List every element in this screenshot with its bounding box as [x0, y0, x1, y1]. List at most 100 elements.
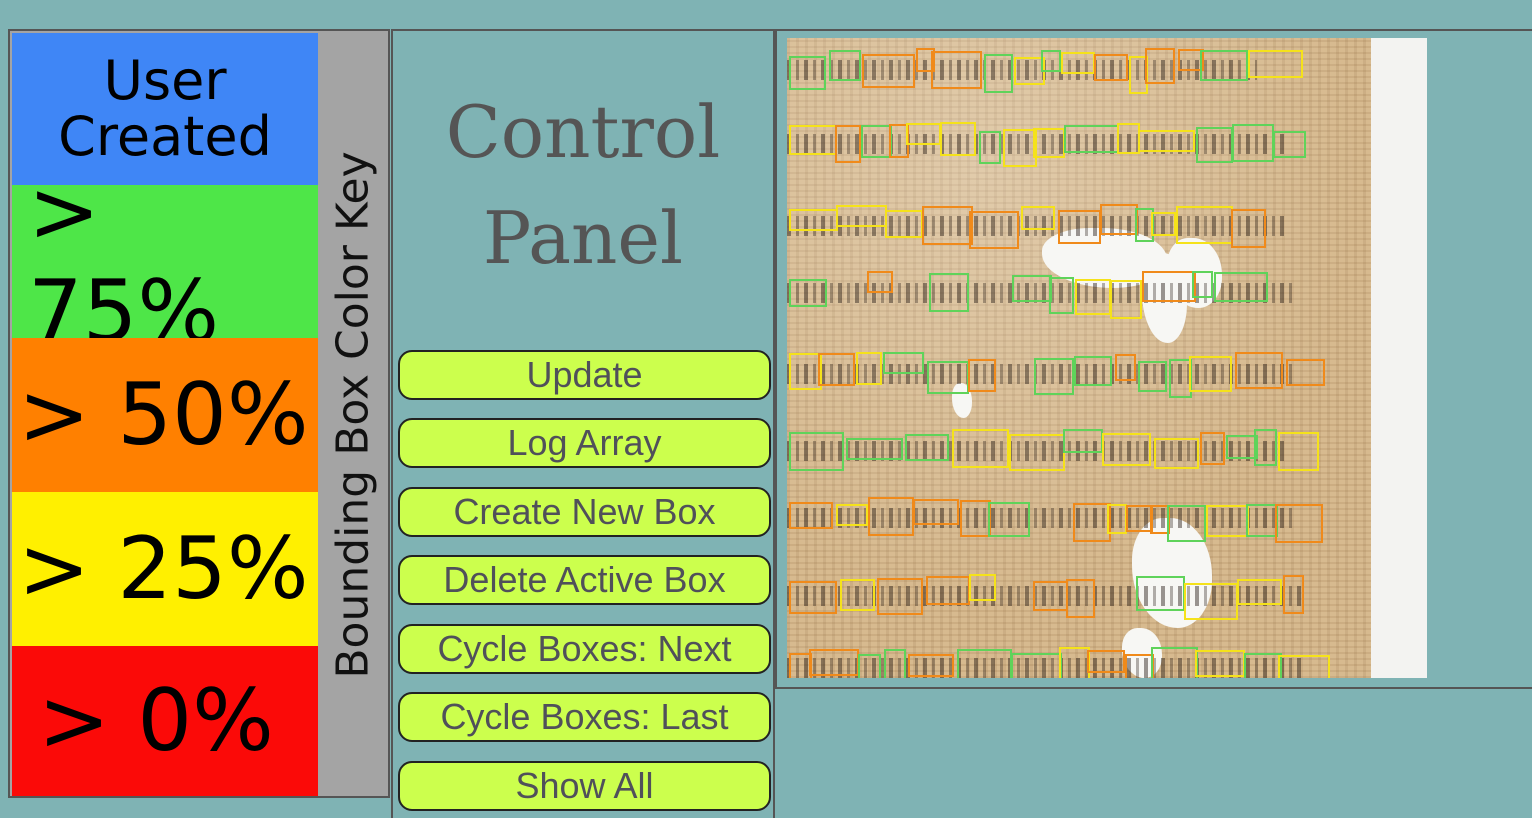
- bounding-box[interactable]: [1063, 429, 1103, 453]
- bounding-box[interactable]: [1136, 576, 1185, 611]
- bounding-box[interactable]: [789, 502, 833, 529]
- bounding-box[interactable]: [1126, 505, 1153, 532]
- bounding-box[interactable]: [1066, 579, 1095, 618]
- bounding-box[interactable]: [1142, 271, 1196, 302]
- bounding-box[interactable]: [1094, 54, 1128, 81]
- bounding-box[interactable]: [926, 576, 970, 605]
- bounding-box[interactable]: [1248, 50, 1303, 78]
- bounding-box[interactable]: [1125, 654, 1154, 678]
- cycle-boxes-next-button[interactable]: Cycle Boxes: Next: [398, 624, 771, 674]
- bounding-box[interactable]: [836, 504, 868, 526]
- bounding-box[interactable]: [1283, 575, 1304, 614]
- bounding-box[interactable]: [957, 649, 1012, 678]
- bounding-box[interactable]: [1110, 280, 1142, 319]
- bounding-box[interactable]: [883, 352, 924, 374]
- bounding-box[interactable]: [1117, 123, 1140, 154]
- bounding-box[interactable]: [1235, 352, 1283, 389]
- bounding-box[interactable]: [1214, 272, 1268, 302]
- bounding-box[interactable]: [789, 432, 844, 471]
- bounding-box[interactable]: [1151, 212, 1176, 236]
- bounding-box[interactable]: [789, 581, 837, 614]
- papyrus-image[interactable]: [787, 38, 1427, 678]
- bounding-box[interactable]: [1189, 356, 1232, 392]
- bounding-box[interactable]: [1034, 358, 1074, 395]
- bounding-box[interactable]: [1033, 581, 1068, 611]
- bounding-box[interactable]: [1254, 429, 1277, 466]
- bounding-box[interactable]: [1009, 434, 1065, 471]
- show-all-button[interactable]: Show All: [398, 761, 771, 811]
- update-button[interactable]: Update: [398, 350, 771, 400]
- bounding-box[interactable]: [927, 361, 969, 394]
- bounding-box[interactable]: [836, 205, 887, 227]
- bounding-box[interactable]: [1102, 433, 1151, 466]
- delete-active-box-button[interactable]: Delete Active Box: [398, 555, 771, 605]
- bounding-box[interactable]: [969, 574, 996, 601]
- bounding-box[interactable]: [1167, 505, 1206, 542]
- bounding-box[interactable]: [789, 56, 826, 90]
- bounding-box[interactable]: [868, 497, 914, 536]
- bounding-box[interactable]: [1184, 583, 1238, 620]
- bounding-box[interactable]: [1059, 647, 1090, 678]
- bounding-box[interactable]: [1286, 359, 1325, 386]
- bounding-box[interactable]: [1275, 504, 1323, 543]
- bounding-box[interactable]: [913, 499, 959, 525]
- bounding-box[interactable]: [1196, 127, 1233, 163]
- bounding-box[interactable]: [1058, 210, 1101, 244]
- bounding-box[interactable]: [905, 434, 949, 461]
- bounding-box[interactable]: [1033, 128, 1065, 158]
- bounding-box[interactable]: [1100, 204, 1138, 235]
- bounding-box[interactable]: [1145, 48, 1175, 84]
- bounding-box[interactable]: [988, 502, 1030, 537]
- bounding-box[interactable]: [858, 654, 881, 678]
- bounding-box[interactable]: [835, 125, 861, 163]
- bounding-box[interactable]: [1041, 50, 1061, 72]
- bounding-box[interactable]: [867, 271, 893, 293]
- bounding-box[interactable]: [829, 50, 861, 81]
- bounding-box[interactable]: [969, 211, 1019, 249]
- bounding-box[interactable]: [968, 359, 996, 392]
- bounding-box[interactable]: [940, 122, 976, 156]
- bounding-box[interactable]: [884, 649, 906, 678]
- bounding-box[interactable]: [1151, 647, 1198, 678]
- bounding-box[interactable]: [1011, 653, 1062, 678]
- bounding-box[interactable]: [861, 125, 892, 158]
- bounding-box[interactable]: [922, 206, 973, 245]
- bounding-box[interactable]: [984, 54, 1013, 93]
- bounding-box[interactable]: [1138, 361, 1167, 392]
- bounding-box[interactable]: [1200, 50, 1248, 81]
- bounding-box[interactable]: [846, 438, 903, 460]
- bounding-box[interactable]: [862, 54, 915, 88]
- bounding-box[interactable]: [789, 209, 838, 231]
- bounding-box[interactable]: [877, 578, 923, 615]
- bounding-box[interactable]: [1176, 206, 1233, 244]
- bounding-box[interactable]: [979, 131, 1001, 164]
- bounding-box[interactable]: [1237, 579, 1282, 605]
- bounding-box[interactable]: [1244, 653, 1282, 678]
- bounding-box[interactable]: [1200, 432, 1225, 465]
- bounding-box[interactable]: [1278, 655, 1330, 678]
- bounding-box[interactable]: [931, 51, 982, 89]
- bounding-box[interactable]: [960, 500, 991, 537]
- bounding-box[interactable]: [1273, 131, 1306, 158]
- bounding-box[interactable]: [1232, 124, 1274, 162]
- log-array-button[interactable]: Log Array: [398, 418, 771, 468]
- bounding-box[interactable]: [1192, 271, 1213, 298]
- bounding-box[interactable]: [789, 125, 837, 155]
- bounding-box[interactable]: [1206, 505, 1249, 537]
- bounding-box[interactable]: [1012, 275, 1052, 302]
- bounding-box[interactable]: [1061, 52, 1095, 74]
- bounding-box[interactable]: [1115, 354, 1136, 381]
- bounding-box[interactable]: [1049, 277, 1074, 314]
- bounding-box[interactable]: [952, 429, 1009, 468]
- bounding-box[interactable]: [1003, 129, 1037, 167]
- bounding-box[interactable]: [1154, 438, 1199, 469]
- bounding-box[interactable]: [1087, 650, 1125, 673]
- bounding-box[interactable]: [1021, 206, 1055, 230]
- bounding-box[interactable]: [906, 123, 941, 145]
- bounding-box[interactable]: [1195, 650, 1245, 677]
- create-new-box-button[interactable]: Create New Box: [398, 487, 771, 537]
- bounding-box[interactable]: [929, 273, 969, 312]
- cycle-boxes-last-button[interactable]: Cycle Boxes: Last: [398, 692, 771, 742]
- bounding-box[interactable]: [1064, 125, 1119, 153]
- bounding-box[interactable]: [908, 654, 954, 677]
